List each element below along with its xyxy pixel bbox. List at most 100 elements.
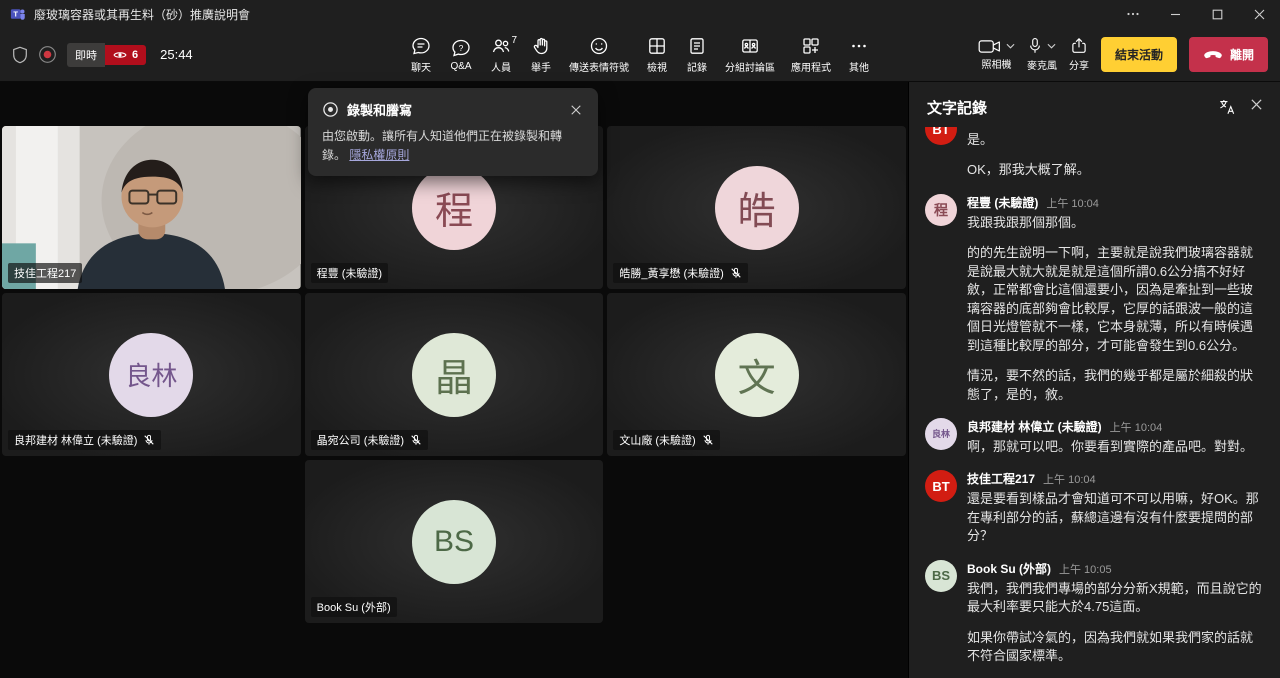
message-author: 程豐 (未驗證) — [967, 195, 1039, 210]
eye-icon — [113, 50, 127, 60]
mic-button[interactable]: 麥克風 — [1027, 37, 1057, 72]
toolbar-button-label: 其他 — [849, 62, 869, 74]
message-author: 良邦建材 林偉立 (未驗證) — [967, 419, 1102, 434]
transcript-panel: 文字記錄 BT 是。 OK，那我大概了解。程程豐 (未驗證) 上午 10:04 我跟我跟… — [908, 82, 1280, 678]
message-avatar: BT — [925, 127, 957, 145]
participant-name: 文山廠 (未驗證) — [619, 435, 696, 447]
qa-icon: ? — [451, 38, 471, 58]
participant-name: 晶宛公司 (未驗證) — [316, 435, 405, 447]
toolbar-right: 照相機 麥克風 分享 結束活動 離開 — [978, 37, 1268, 72]
window-maximize-button[interactable] — [1196, 0, 1238, 28]
participant-name-label: 程豐 (未驗證) — [310, 263, 389, 283]
video-stage: 技佳工程217 程程豐 (未驗證) 皓皓勝_黃享懋 (未驗證) 良林 良邦建材 林偉立 … — [0, 82, 908, 678]
notes-icon — [687, 36, 707, 56]
toolbar-button-label: Q&A — [450, 60, 472, 72]
message-header: 程豐 (未驗證) 上午 10:04 — [967, 194, 1264, 211]
participant-name: 良邦建材 林偉立 (未驗證) — [14, 435, 138, 447]
participant-tile-wenshan[interactable]: 文文山廠 (未驗證) — [607, 293, 906, 456]
leave-button[interactable]: 離開 — [1188, 37, 1268, 72]
titlebar: T 廢玻璃容器或其再生料（砂）推廣說明會 — [0, 0, 1280, 28]
transcript-actions — [1215, 95, 1266, 119]
toolbar-button-reactions[interactable]: 傳送表情符號 — [564, 32, 634, 78]
toolbar-button-more[interactable]: 其他 — [842, 32, 876, 78]
message-body: Book Su (外部) 上午 10:05 我們，我們我們專場的部分分新X規範，而且… — [967, 560, 1264, 666]
participant-name-label: 文山廠 (未驗證) — [613, 430, 720, 450]
breakout-rooms-icon — [740, 36, 760, 56]
transcript-header: 文字記錄 — [909, 82, 1280, 127]
message-text: 我們，我們我們專場的部分分新X規範，而且說它的最大利率要只能大於4.75這面。 — [967, 580, 1262, 615]
participant-name: 技佳工程217 — [14, 268, 77, 280]
participant-tile-haosheng[interactable]: 皓皓勝_黃享懋 (未驗證) — [607, 126, 906, 289]
participant-avatar: 程 — [411, 165, 496, 250]
window-more-button[interactable] — [1112, 0, 1154, 28]
titlebar-left: T 廢玻璃容器或其再生料（砂）推廣說明會 — [0, 6, 250, 23]
toolbar-button-view[interactable]: 檢視 — [640, 32, 674, 78]
toolbar-button-chat[interactable]: 聊天 — [404, 32, 438, 78]
teams-meeting-window: T 廢玻璃容器或其再生料（砂）推廣說明會 即時 6 25:44 聊天? Q&A — [0, 0, 1280, 678]
window-controls — [1112, 0, 1280, 28]
message-text: OK，那我大概了解。 — [967, 162, 1090, 178]
camera-icon — [978, 39, 1001, 54]
toolbar-button-qa[interactable]: ? Q&A — [444, 34, 478, 76]
window-title: 廢玻璃容器或其再生料（砂）推廣說明會 — [34, 7, 251, 22]
notification-header: 錄製和謄寫 — [322, 100, 584, 119]
toolbar-button-raise-hand[interactable]: 舉手 — [524, 32, 558, 78]
mic-muted-icon — [410, 434, 422, 446]
participant-tile-liangbang[interactable]: 良林 良邦建材 林偉立 (未驗證) — [2, 293, 301, 456]
toolbar-button-label: 聊天 — [411, 62, 431, 74]
end-event-button[interactable]: 結束活動 — [1100, 37, 1177, 72]
security-shield-icon — [12, 46, 28, 64]
participant-tile-jingwan[interactable]: 晶晶宛公司 (未驗證) — [304, 293, 604, 456]
camera-button[interactable]: 照相機 — [978, 39, 1015, 71]
close-transcript-button[interactable] — [1247, 95, 1266, 119]
participant-avatar: 晶 — [411, 332, 496, 417]
toolbar-button-label: 應用程式 — [791, 62, 831, 74]
window-minimize-button[interactable] — [1154, 0, 1196, 28]
participant-name-label: 良邦建材 林偉立 (未驗證) — [8, 430, 162, 450]
message-timestamp: 上午 10:04 — [1046, 197, 1099, 210]
toolbar-button-label: 分組討論區 — [725, 62, 775, 74]
teams-logo-icon: T — [10, 6, 26, 22]
message-text: 還是要看到樣品才會知道可不可以用嘛，好OK。那在專利部分的話，蘇總這邊有沒有什麼… — [967, 491, 1259, 544]
toolbar-button-notes[interactable]: 記錄 — [680, 32, 714, 78]
message-author: 技佳工程217 — [967, 472, 1036, 487]
transcript-title: 文字記錄 — [927, 99, 988, 117]
camera-options-chevron[interactable] — [1006, 43, 1015, 49]
message-header: 技佳工程217 上午 10:04 — [967, 470, 1264, 487]
toolbar-center: 聊天? Q&A 7 人員 舉手 傳送表情符號 檢視 記錄 分組討論區 應用程式 其他 — [404, 28, 876, 81]
live-status: 即時 6 — [67, 42, 147, 67]
message-timestamp: 上午 10:04 — [1043, 474, 1096, 487]
message-text: 的的先生說明一下啊，主要就是說我們玻璃容器就是說最大就大就是就是這個所謂0.6公… — [967, 245, 1254, 353]
mic-options-chevron[interactable] — [1047, 43, 1056, 49]
participant-avatar: 皓 — [714, 165, 799, 250]
message-text: 是。 — [967, 132, 994, 147]
share-icon — [1070, 37, 1088, 55]
participant-name: 程豐 (未驗證) — [316, 268, 383, 280]
hang-up-icon — [1203, 50, 1223, 59]
people-count-badge: 7 — [511, 34, 517, 46]
close-notification-button[interactable] — [568, 102, 584, 118]
mic-muted-icon — [702, 434, 714, 446]
toolbar-button-apps[interactable]: 應用程式 — [786, 32, 836, 78]
participant-tile-jijia[interactable]: 技佳工程217 — [2, 126, 301, 289]
recording-notification: 錄製和謄寫 由您啟動。讓所有人知道他們正在被錄製和轉錄。 隱私權原則 — [308, 88, 598, 177]
share-label: 分享 — [1068, 61, 1089, 72]
privacy-policy-link[interactable]: 隱私權原則 — [349, 148, 409, 162]
toolbar-button-people[interactable]: 7 人員 — [484, 32, 518, 78]
transcript-message: BS Book Su (外部) 上午 10:05 我們，我們我們專場的部分分新X規範，… — [925, 559, 1264, 666]
mic-muted-icon — [730, 267, 742, 279]
translate-button[interactable] — [1215, 95, 1239, 119]
message-text: 啊，那就可以吧。你要看到實際的產品吧。對對。 — [967, 438, 1254, 454]
svg-text:?: ? — [459, 42, 464, 52]
toolbar-button-breakout-rooms[interactable]: 分組討論區 — [720, 32, 780, 78]
message-avatar: BS — [925, 559, 957, 592]
share-button[interactable]: 分享 — [1069, 37, 1089, 72]
transcript-messages[interactable]: BT 是。 OK，那我大概了解。程程豐 (未驗證) 上午 10:04 我跟我跟那個那個。… — [909, 127, 1280, 678]
meeting-timer: 25:44 — [160, 47, 193, 62]
viewer-count-badge: 6 — [105, 44, 147, 65]
view-icon — [647, 36, 667, 56]
participant-avatar: 文 — [714, 332, 799, 417]
window-close-button[interactable] — [1238, 0, 1280, 28]
participant-tile-booksu[interactable]: BS Book Su (外部) — [304, 460, 604, 623]
message-body: 良邦建材 林偉立 (未驗證) 上午 10:04 啊，那就可以吧。你要看到實際的產品吧… — [967, 418, 1264, 456]
